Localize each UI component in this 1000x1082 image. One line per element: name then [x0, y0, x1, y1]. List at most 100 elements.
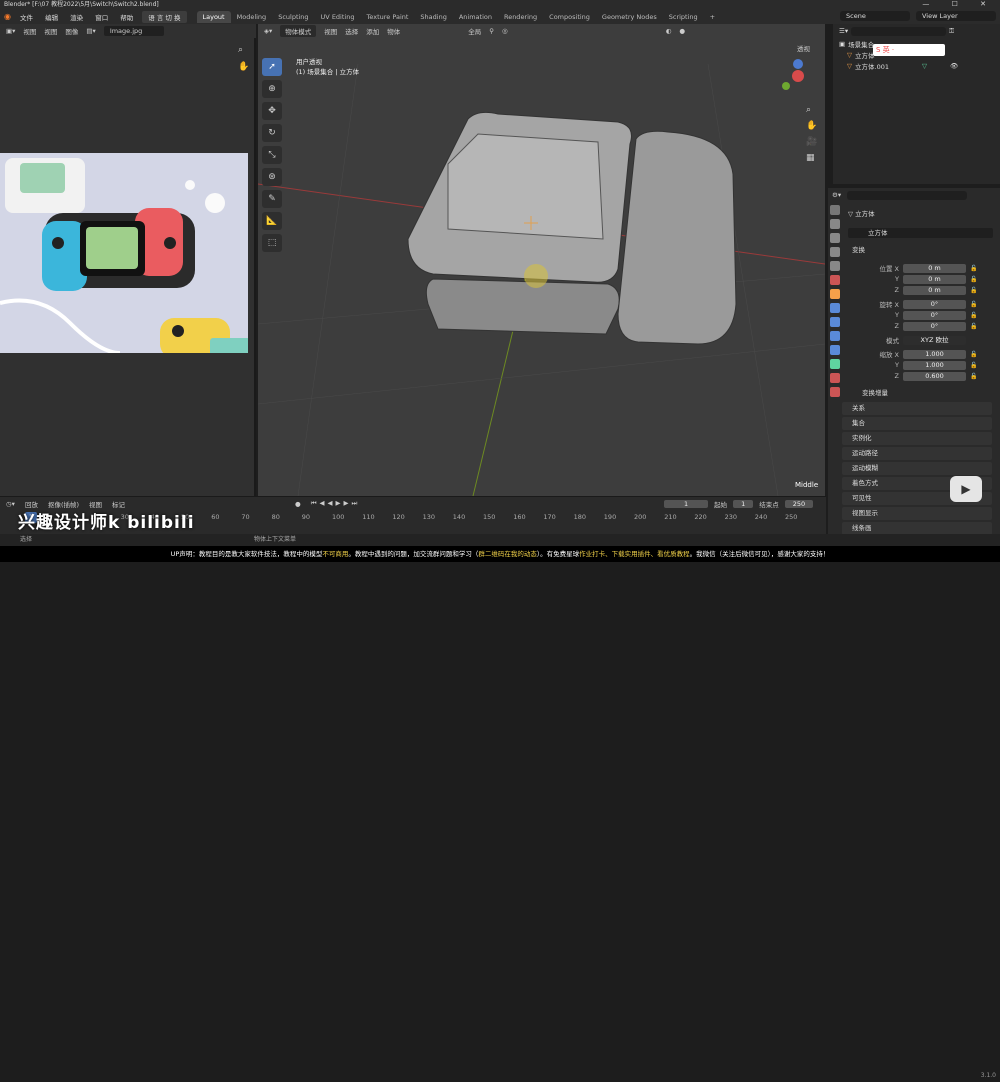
viewport-menu-view[interactable]: 视图: [324, 26, 337, 36]
image-browse-icon[interactable]: ▤▾: [86, 27, 95, 35]
menu-edit[interactable]: 编辑: [40, 14, 63, 22]
camera-icon[interactable]: 🎥: [806, 137, 817, 147]
end-frame-field[interactable]: 250: [784, 500, 814, 508]
location-y-field[interactable]: 0 m: [903, 274, 966, 284]
tab-shading[interactable]: Shading: [414, 11, 452, 23]
object-name-field[interactable]: 立方体: [848, 228, 993, 238]
object-tab-icon[interactable]: [830, 289, 840, 299]
view-layer-field[interactable]: View Layer: [916, 11, 996, 21]
outliner-search-input[interactable]: [851, 26, 947, 36]
viewport-menu-add[interactable]: 添加: [366, 26, 379, 36]
timeline-menu-playback[interactable]: 回放: [25, 499, 38, 509]
visibility-eye-icon[interactable]: 👁: [950, 62, 958, 70]
material-tab-icon[interactable]: [830, 373, 840, 383]
location-x-field[interactable]: 0 m: [903, 263, 966, 273]
xray-toggle[interactable]: 透视: [797, 43, 810, 53]
ime-toolbar[interactable]: S 英 ·: [873, 44, 945, 56]
proportional-edit-icon[interactable]: ◎: [502, 27, 508, 35]
lock-icon[interactable]: 🔓: [970, 287, 977, 294]
scale-y-field[interactable]: 1.000: [903, 360, 966, 370]
viewport-editor-type-icon[interactable]: ◈▾: [264, 27, 272, 35]
shading-solid-icon[interactable]: ●: [679, 27, 685, 35]
tab-compositing[interactable]: Compositing: [543, 11, 596, 23]
add-cube-tool-icon[interactable]: ⬚: [262, 234, 282, 252]
pan-hand-icon[interactable]: ✋: [238, 62, 249, 72]
3d-viewport[interactable]: [257, 24, 826, 497]
annotate-tool-icon[interactable]: ✎: [262, 190, 282, 208]
view-layer-tab-icon[interactable]: [830, 247, 840, 257]
tab-geometry-nodes[interactable]: Geometry Nodes: [596, 11, 663, 23]
scale-z-field[interactable]: 0.600: [903, 371, 966, 381]
zoom-icon-viewport[interactable]: ⌕: [806, 105, 817, 115]
rotate-tool-icon[interactable]: ↻: [262, 124, 282, 142]
tab-animation[interactable]: Animation: [453, 11, 498, 23]
section-viewport-display[interactable]: 视图显示: [842, 507, 992, 520]
object-mode-dropdown[interactable]: 物体模式: [280, 25, 317, 37]
image-name-field[interactable]: Image.jpg: [103, 26, 164, 36]
rotation-x-field[interactable]: 0°: [903, 299, 966, 309]
render-tab-icon[interactable]: [830, 219, 840, 229]
menu-file[interactable]: 文件: [15, 14, 38, 22]
output-tab-icon[interactable]: [830, 233, 840, 243]
properties-search-input[interactable]: [847, 190, 968, 200]
select-tool-icon[interactable]: ➚: [262, 58, 282, 76]
outliner-row[interactable]: ▽ 立方体.001 ▽ 👁: [833, 60, 1000, 71]
playback-controls[interactable]: ⏮◀◀▶▶⏭: [311, 499, 361, 508]
modifier-tab-icon[interactable]: [830, 303, 840, 313]
menu-help[interactable]: 帮助: [115, 14, 138, 22]
section-instancing[interactable]: 实例化: [842, 432, 992, 445]
transform-orientation-dropdown[interactable]: 全局: [468, 26, 481, 36]
tab-texture-paint[interactable]: Texture Paint: [360, 11, 414, 23]
cursor-tool-icon[interactable]: ⊕: [262, 80, 282, 98]
texture-tab-icon[interactable]: [830, 387, 840, 397]
section-collections[interactable]: 集合: [842, 417, 992, 430]
outliner-filter-icon[interactable]: ☰▾: [839, 27, 848, 35]
tab-modeling[interactable]: Modeling: [231, 11, 273, 23]
tab-layout[interactable]: Layout: [196, 10, 231, 23]
zoom-icon[interactable]: ⌕: [238, 45, 243, 55]
language-switch-button[interactable]: 语 言 切 换: [142, 10, 187, 23]
world-tab-icon[interactable]: [830, 275, 840, 285]
start-frame-field[interactable]: 1: [733, 500, 754, 508]
timeline-menu-view[interactable]: 视图: [89, 499, 102, 509]
grid-icon[interactable]: ▦: [806, 153, 817, 163]
timeline-menu-marker[interactable]: 标记: [112, 499, 125, 509]
tab-sculpting[interactable]: Sculpting: [272, 11, 314, 23]
properties-editor-type-icon[interactable]: ⚙▾: [832, 191, 841, 199]
particles-tab-icon[interactable]: [830, 317, 840, 327]
section-motion-blur[interactable]: 运动模糊: [842, 462, 992, 475]
lock-icon[interactable]: 🔓: [970, 351, 977, 358]
location-z-field[interactable]: 0 m: [903, 285, 966, 295]
scale-x-field[interactable]: 1.000: [903, 349, 966, 359]
overlay-icon[interactable]: ◐: [666, 27, 672, 35]
tab-rendering[interactable]: Rendering: [498, 11, 543, 23]
section-motion-paths[interactable]: 运动路径: [842, 447, 992, 460]
editor-type-icon[interactable]: ▣▾: [6, 27, 15, 35]
viewport-menu-object[interactable]: 物体: [387, 26, 400, 36]
measure-tool-icon[interactable]: 📐: [262, 212, 282, 230]
scene-field[interactable]: Scene: [840, 11, 910, 21]
lock-icon[interactable]: 🔓: [970, 301, 977, 308]
scale-tool-icon[interactable]: ⤡: [262, 146, 282, 164]
snap-icon[interactable]: ⚲: [489, 27, 494, 35]
tab-scripting[interactable]: Scripting: [663, 11, 704, 23]
transform-tool-icon[interactable]: ⊛: [262, 168, 282, 186]
timeline-menu-keying[interactable]: 抠像(插帧): [48, 499, 79, 509]
section-delta-transform[interactable]: 变换增量: [852, 387, 1000, 400]
data-tab-icon[interactable]: [830, 359, 840, 369]
rotation-z-field[interactable]: 0°: [903, 321, 966, 331]
lock-icon[interactable]: 🔓: [970, 312, 977, 319]
image-menu-view2[interactable]: 视图: [44, 26, 57, 36]
filter-icon[interactable]: ⚿: [949, 27, 954, 36]
rotation-mode-dropdown[interactable]: XYZ 欧拉: [903, 335, 966, 345]
rotation-y-field[interactable]: 0°: [903, 310, 966, 320]
image-menu-image[interactable]: 图像: [65, 26, 78, 36]
tab-uv-editing[interactable]: UV Editing: [315, 11, 361, 23]
record-icon[interactable]: ●: [295, 500, 301, 508]
image-menu-view[interactable]: 视图: [23, 26, 36, 36]
viewport-menu-select[interactable]: 选择: [345, 26, 358, 36]
constraints-tab-icon[interactable]: [830, 345, 840, 355]
window-controls[interactable]: — ☐ ✕: [922, 0, 996, 9]
move-tool-icon[interactable]: ✥: [262, 102, 282, 120]
pan-hand-icon-viewport[interactable]: ✋: [806, 121, 817, 131]
